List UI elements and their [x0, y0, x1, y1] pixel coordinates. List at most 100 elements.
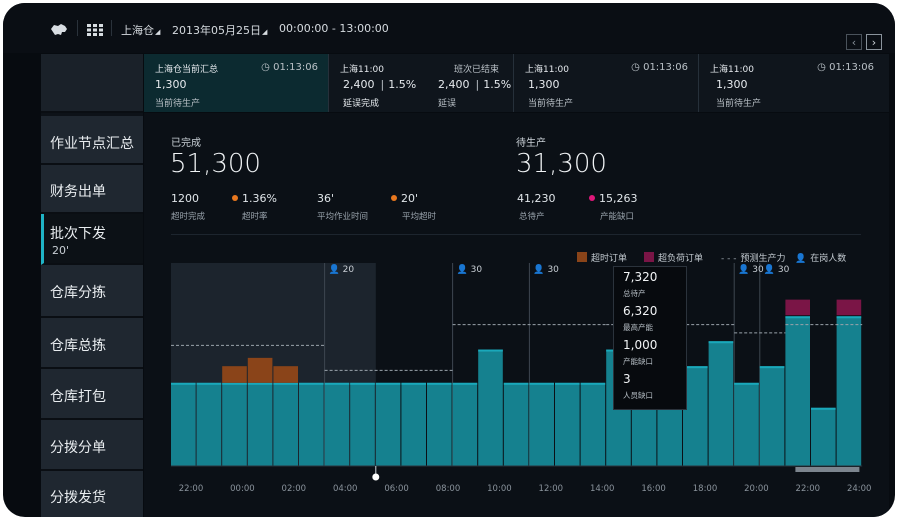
- chart-bar: [836, 316, 862, 466]
- orange-dot: [232, 195, 238, 201]
- sidebar-item-label: 仓库分拣: [50, 285, 106, 301]
- chart-bar: [196, 382, 222, 466]
- chart-bar: [580, 382, 606, 466]
- clock-icon: ◷: [817, 62, 826, 73]
- production-chart[interactable]: 👤 20 👤 30 👤 30 👤 30 👤 3022:00 00:00 02:00 04:00…: [144, 263, 889, 503]
- chart-bar-top: [196, 382, 222, 385]
- chart-bar: [478, 349, 503, 466]
- time-range[interactable]: 00:00:00 - 13:00:00: [279, 22, 389, 35]
- metric-value: 20': [391, 192, 418, 205]
- chart-bar: [734, 382, 759, 466]
- stat-card-shift[interactable]: 上海11:00 班次已结束 2,400 | 1.5% 延误完成 2,400 | 1.5%…: [329, 54, 514, 112]
- x-tick-label: 04:00: [333, 484, 358, 494]
- pink-dot: [589, 195, 595, 201]
- x-tick-label: 24:00: [847, 484, 872, 494]
- chart-bar-top: [171, 382, 196, 385]
- chevron-down-icon: ◢: [262, 28, 268, 36]
- chart-bar-top: [222, 382, 247, 385]
- date-select[interactable]: 2013年05月25日◢: [172, 22, 267, 38]
- sidebar-item-label: 作业节点汇总: [50, 136, 134, 152]
- sidebar-item-sub: 20': [52, 244, 70, 257]
- card-title: 上海11:00: [340, 65, 384, 75]
- stat-card[interactable]: 上海11:00 ◷ 01:13:06 1,300 当前待生产: [514, 54, 699, 112]
- app-frame: 上海仓◢ 2013年05月25日◢ 00:00:00 - 13:00:00 ‹ …: [3, 3, 895, 517]
- prev-button[interactable]: ‹: [846, 34, 862, 50]
- overtime-bar: [273, 366, 298, 383]
- top-bar: 上海仓◢ 2013年05月25日◢ 00:00:00 - 13:00:00 ‹ …: [3, 3, 895, 53]
- chart-bar: [708, 341, 734, 466]
- metric-label: 超时完成: [171, 212, 206, 222]
- overtime-bar: [222, 366, 247, 383]
- sidebar-item-packing[interactable]: 仓库打包: [41, 369, 143, 420]
- chart-bar: [350, 382, 375, 466]
- sidebar-item-dispatch-ship[interactable]: 分拨发货: [41, 471, 143, 517]
- sidebar-item-node-summary[interactable]: 作业节点汇总: [41, 116, 143, 165]
- card-clock-value: 01:13:06: [273, 62, 318, 73]
- clock-icon: ◷: [261, 62, 270, 73]
- x-tick-label: 06:00: [384, 484, 409, 494]
- sidebar-item-picking[interactable]: 仓库总拣: [41, 318, 143, 369]
- completed-label: 已完成: [171, 138, 201, 149]
- chart-bar-top: [375, 382, 401, 385]
- card-clock-value: 01:13:06: [829, 62, 874, 73]
- warehouse-select[interactable]: 上海仓◢: [121, 22, 160, 38]
- main-panel: 已完成 51,300 1200 超时完成 1.36% 超时率 36' 平均作业时…: [144, 113, 889, 517]
- metric-value: 41,230: [517, 192, 556, 205]
- sidebar-item-batch[interactable]: 批次下发 20': [41, 214, 143, 265]
- next-button[interactable]: ›: [866, 34, 882, 50]
- card-clock: ◷ 01:13:06: [631, 62, 688, 73]
- sidebar-item-label: 分拨发货: [50, 490, 106, 506]
- staff-count-label: 👤 30: [738, 263, 764, 275]
- chart-bar: [273, 382, 298, 466]
- x-tick-label: 18:00: [693, 484, 718, 494]
- chart-bar-top: [836, 316, 862, 319]
- chart-bar-top: [555, 382, 580, 385]
- card-sub: 当前待生产: [155, 99, 201, 109]
- orange-dot: [391, 195, 397, 201]
- x-tick-label: 00:00: [230, 484, 255, 494]
- x-tick-label: 08:00: [436, 484, 461, 494]
- sidebar-item-label: 批次下发: [50, 226, 106, 242]
- tooltip-value: 1,000: [623, 338, 658, 352]
- metric-value: 1200: [171, 192, 199, 205]
- sidebar-item-dispatch-split[interactable]: 分拨分单: [41, 420, 143, 471]
- card-clock: ◷ 01:13:06: [261, 62, 318, 73]
- overload-swatch: [644, 252, 654, 262]
- card-value: 1,300: [155, 78, 187, 91]
- metric-label: 超时率: [242, 212, 268, 222]
- metric-label: 产能缺口: [600, 212, 635, 222]
- chart-bar: [529, 382, 554, 466]
- clock-icon: ◷: [631, 62, 640, 73]
- card-value: 1,300: [716, 78, 748, 91]
- card-clock-value: 01:13:06: [643, 62, 688, 73]
- chart-bar: [401, 382, 426, 466]
- stat-card[interactable]: 上海11:00 ◷ 01:13:06 1,300 当前待生产: [699, 54, 884, 112]
- card-title: 上海11:00: [525, 65, 569, 75]
- chart-bar-top: [401, 382, 426, 385]
- stat-cards: 上海仓当前汇总 ◷ 01:13:06 1,300 当前待生产 上海11:00 班…: [144, 54, 889, 112]
- china-map-icon[interactable]: [49, 23, 69, 37]
- sidebar-item-finance[interactable]: 财务出单: [41, 165, 143, 214]
- chart-bar: [299, 382, 324, 466]
- overtime-bar: [247, 357, 273, 383]
- sidebar-item-label: 分拨分单: [50, 440, 106, 456]
- chart-bar-top: [529, 382, 554, 385]
- chart-bar-top: [247, 382, 273, 385]
- card-clock: ◷ 01:13:06: [817, 62, 874, 73]
- chart-bar-top: [427, 382, 452, 385]
- card-sub-2: 延误: [438, 99, 457, 109]
- card-value: 1,300: [528, 78, 560, 91]
- grid-menu-icon[interactable]: [87, 24, 103, 36]
- x-tick-label: 14:00: [590, 484, 615, 494]
- chart-bar: [171, 382, 196, 466]
- staff-count-label: 👤 30: [457, 263, 483, 275]
- pending-label: 待生产: [516, 138, 546, 149]
- card-title: 上海仓当前汇总: [155, 65, 219, 75]
- sidebar-item-sorting[interactable]: 仓库分拣: [41, 265, 143, 318]
- stat-card-current[interactable]: 上海仓当前汇总 ◷ 01:13:06 1,300 当前待生产: [144, 54, 329, 112]
- tooltip-value: 6,320: [623, 304, 658, 318]
- chart-bar-top: [350, 382, 375, 385]
- card-status: 班次已结束: [453, 65, 499, 75]
- card-sub-1: 延误完成: [343, 99, 380, 109]
- chart-bar: [555, 382, 580, 466]
